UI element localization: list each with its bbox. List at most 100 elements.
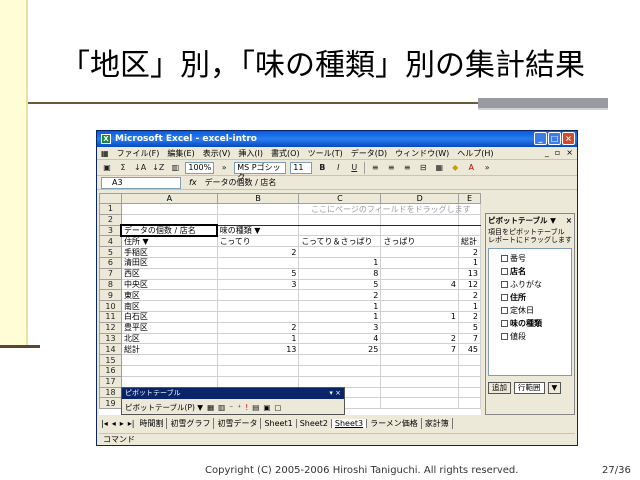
cell-e7[interactable]: 13 <box>457 267 482 280</box>
cell-a7[interactable]: 西区 <box>120 267 218 280</box>
cell-a9[interactable]: 東区 <box>120 289 218 302</box>
cell-d17[interactable] <box>380 375 459 388</box>
pivot-format-icon[interactable]: ▦ <box>207 403 214 412</box>
menu-insert[interactable]: 挿入(I) <box>238 148 263 159</box>
cell-b12[interactable]: 2 <box>216 321 300 334</box>
sheet-tab[interactable]: 家計簿 <box>422 417 453 429</box>
doc-restore-icon[interactable]: ▫ <box>555 148 560 157</box>
row-header[interactable]: 7 <box>99 267 122 280</box>
cell-e4[interactable]: 総計 <box>457 235 482 248</box>
cell-e3[interactable] <box>457 224 482 237</box>
pivot-panel-header[interactable]: ピボットテーブル ▼ × <box>486 214 574 226</box>
sheet-tab[interactable]: 時間割 <box>136 417 168 429</box>
pivot-panel-close-icon[interactable]: × <box>566 216 572 225</box>
sort-desc-icon[interactable]: ↓Z <box>151 162 165 174</box>
row-header[interactable]: 9 <box>99 289 122 302</box>
cell-b9[interactable] <box>216 289 300 302</box>
cell-a11[interactable]: 白石区 <box>120 310 218 323</box>
doc-minimize-icon[interactable]: _ <box>545 148 549 157</box>
name-box[interactable]: A3 <box>101 176 181 189</box>
cell-e16[interactable] <box>457 364 482 377</box>
align-right-icon[interactable]: ≡ <box>401 162 413 174</box>
row-header[interactable]: 15 <box>99 354 122 366</box>
sheet-nav-last-icon[interactable]: ▸| <box>126 419 137 428</box>
column-header-d[interactable]: D <box>380 193 459 204</box>
pivot-toolbar-menu[interactable]: ピボットテーブル(P) ▼ <box>125 402 203 413</box>
sheet-tab[interactable]: 初雪グラフ <box>167 417 215 429</box>
cell-e15[interactable] <box>457 354 482 366</box>
cell-a16[interactable] <box>120 364 218 377</box>
cell-a2[interactable] <box>120 213 218 226</box>
merge-center-icon[interactable]: ⊟ <box>417 162 429 174</box>
pivot-toolbar-title-bar[interactable]: ピボットテーブル ▾ × <box>122 388 344 399</box>
cell-a17[interactable] <box>120 375 218 388</box>
zoom-select[interactable]: 100% <box>185 161 215 174</box>
cell-b1[interactable] <box>216 203 300 215</box>
row-header[interactable]: 2 <box>99 213 122 226</box>
italic-button[interactable]: I <box>332 162 344 174</box>
sheet-nav-first-icon[interactable]: |◂ <box>99 419 110 428</box>
pivot-show-detail-icon[interactable]: ⁺ <box>237 403 241 412</box>
formula-input[interactable]: データの個数 / 店名 <box>205 177 277 188</box>
align-left-icon[interactable]: ≡ <box>369 162 381 174</box>
cell-d18[interactable] <box>380 386 459 399</box>
row-header[interactable]: 4 <box>99 235 122 248</box>
menu-format[interactable]: 書式(O) <box>271 148 300 159</box>
cell-a10[interactable]: 南区 <box>120 300 218 312</box>
doc-icon[interactable]: ▦ <box>101 149 109 158</box>
save-icon[interactable]: ▣ <box>101 162 113 174</box>
menu-data[interactable]: データ(D) <box>351 148 387 159</box>
cell-d6[interactable] <box>380 256 459 269</box>
cell-e8[interactable]: 12 <box>457 278 482 291</box>
cell-a4[interactable]: 住所 ▼ <box>120 235 218 248</box>
cell-a14[interactable]: 総計 <box>120 343 218 356</box>
add-field-button[interactable]: 追加 <box>488 382 511 394</box>
font-color-icon[interactable]: A <box>465 162 477 174</box>
sheet-tab[interactable]: 初雪データ <box>214 417 262 429</box>
sheet-nav-next-icon[interactable]: ▸ <box>118 419 126 428</box>
sheet-tab[interactable]: Sheet2 <box>297 418 332 428</box>
cell-e17[interactable] <box>457 375 482 388</box>
sheet-tab[interactable]: Sheet3 <box>331 418 368 428</box>
row-header[interactable]: 13 <box>99 332 122 345</box>
row-header[interactable]: 8 <box>99 278 122 291</box>
pivot-field-item[interactable]: 値段 <box>491 330 569 343</box>
cell-c3[interactable] <box>298 224 382 237</box>
cell-c13[interactable]: 4 <box>298 332 382 345</box>
column-header-c[interactable]: C <box>298 193 382 204</box>
row-header[interactable]: 10 <box>99 300 122 312</box>
cell-d9[interactable] <box>380 289 459 302</box>
cell-e2[interactable] <box>457 213 482 226</box>
font-size-select[interactable]: 11 <box>290 161 313 174</box>
menu-file[interactable]: ファイル(F) <box>117 148 160 159</box>
cell-a5[interactable]: 手稲区 <box>120 246 218 258</box>
toolbar-overflow-icon-2[interactable]: » <box>481 162 493 174</box>
pivot-toolbar-close-icon[interactable]: ▾ × <box>329 388 341 399</box>
excel-title-bar[interactable]: X Microsoft Excel - excel-intro _ □ × <box>97 131 577 147</box>
bold-button[interactable]: B <box>316 162 328 174</box>
cell-d14[interactable]: 7 <box>380 343 459 356</box>
cell-c8[interactable]: 5 <box>298 278 382 291</box>
pivot-field-list-icon[interactable]: ▣ <box>263 403 270 412</box>
pivot-field-item[interactable]: 定休日 <box>491 304 569 317</box>
borders-icon[interactable]: ▦ <box>433 162 445 174</box>
cell-b14[interactable]: 13 <box>216 343 300 356</box>
chart-icon[interactable]: ▥ <box>169 162 181 174</box>
fill-color-icon[interactable]: ◆ <box>449 162 461 174</box>
cell-e5[interactable]: 2 <box>457 246 482 258</box>
doc-close-icon[interactable]: × <box>566 148 573 157</box>
row-header[interactable]: 11 <box>99 310 122 323</box>
align-center-icon[interactable]: ≡ <box>385 162 397 174</box>
sort-asc-icon[interactable]: ↓A <box>133 162 147 174</box>
menu-help[interactable]: ヘルプ(H) <box>457 148 493 159</box>
menu-view[interactable]: 表示(V) <box>203 148 231 159</box>
cell-b7[interactable]: 5 <box>216 267 300 280</box>
menu-tools[interactable]: ツール(T) <box>308 148 343 159</box>
pivot-field-item[interactable]: 住所 <box>491 291 569 304</box>
column-header-b[interactable]: B <box>216 193 300 204</box>
cell-e12[interactable]: 5 <box>457 321 482 334</box>
cell-d16[interactable] <box>380 364 459 377</box>
cell-d4[interactable]: さっぱり <box>380 235 459 248</box>
sheet-tab[interactable]: ラーメン価格 <box>367 417 422 429</box>
underline-button[interactable]: U <box>348 162 360 174</box>
